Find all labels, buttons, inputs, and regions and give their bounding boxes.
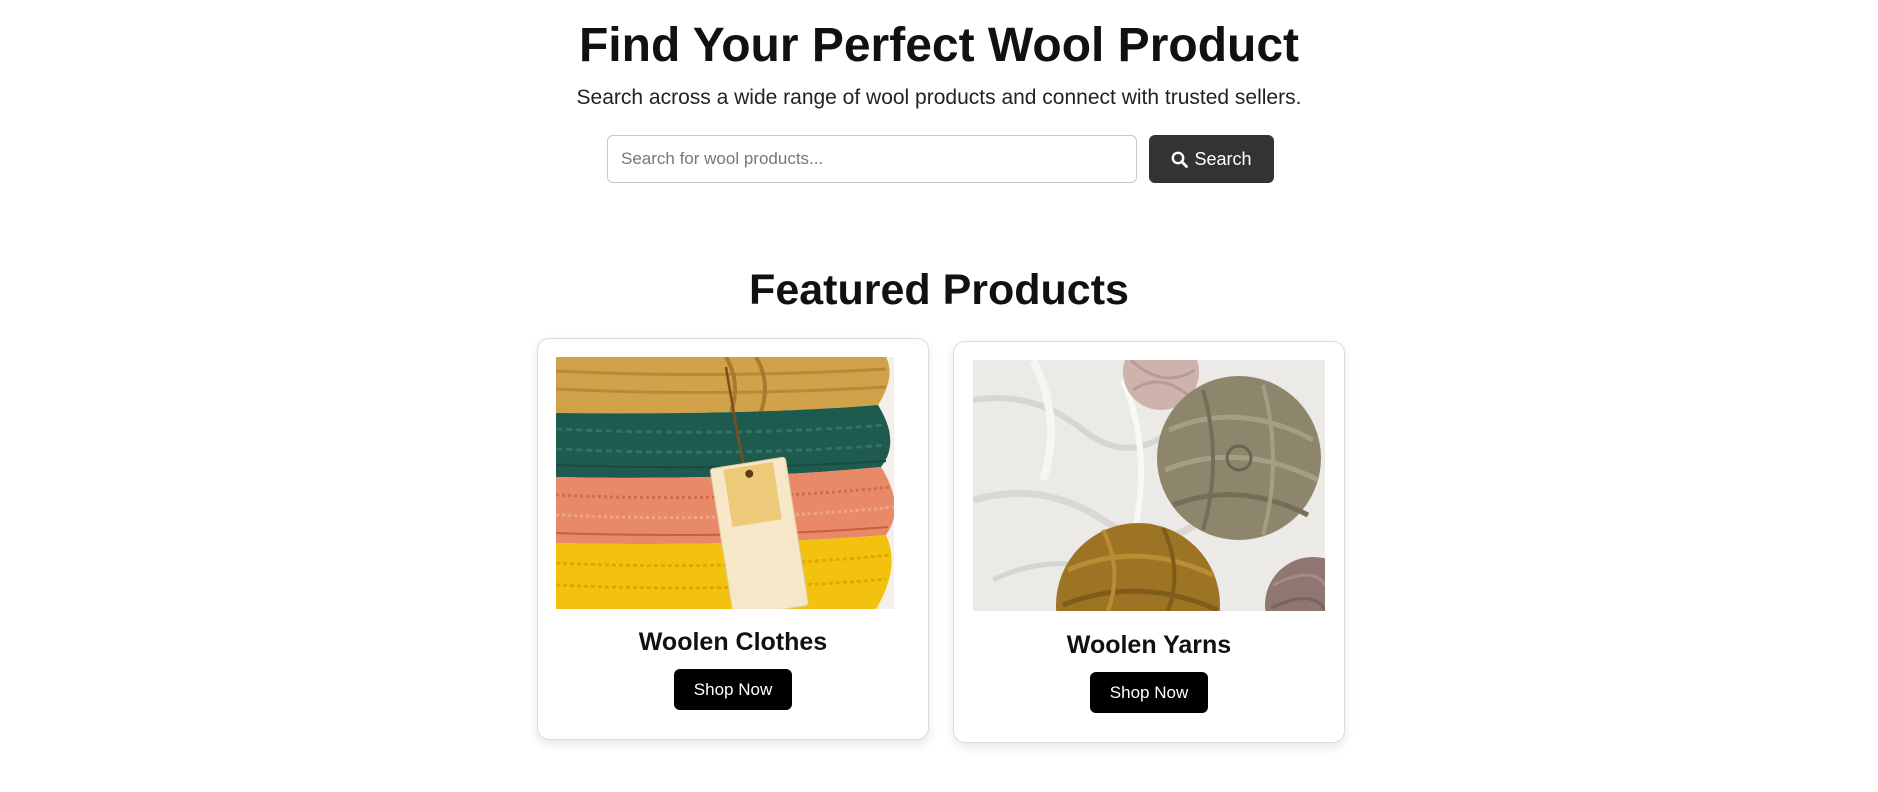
product-name: Woolen Clothes: [638, 628, 828, 656]
search-input[interactable]: [607, 135, 1137, 183]
search-button[interactable]: Search: [1149, 135, 1274, 183]
search-button-label: Search: [1194, 148, 1252, 169]
product-card-woolen-clothes: Woolen Clothes Shop Now: [537, 338, 929, 740]
shop-now-button-woolen-yarns[interactable]: Shop Now: [1090, 672, 1208, 713]
page-title: Find Your Perfect Wool Product: [578, 19, 1300, 72]
page-subtitle: Search across a wide range of wool produ…: [576, 86, 1302, 109]
product-name: Woolen Yarns: [1066, 631, 1232, 659]
featured-products-heading: Featured Products: [749, 266, 1129, 314]
product-card-woolen-yarns: Woolen Yarns Shop Now: [953, 341, 1345, 743]
search-icon: [1171, 151, 1189, 168]
woolen-yarns-image: [973, 360, 1325, 611]
woolen-clothes-image: [556, 357, 894, 609]
shop-now-button-woolen-clothes[interactable]: Shop Now: [674, 669, 792, 710]
